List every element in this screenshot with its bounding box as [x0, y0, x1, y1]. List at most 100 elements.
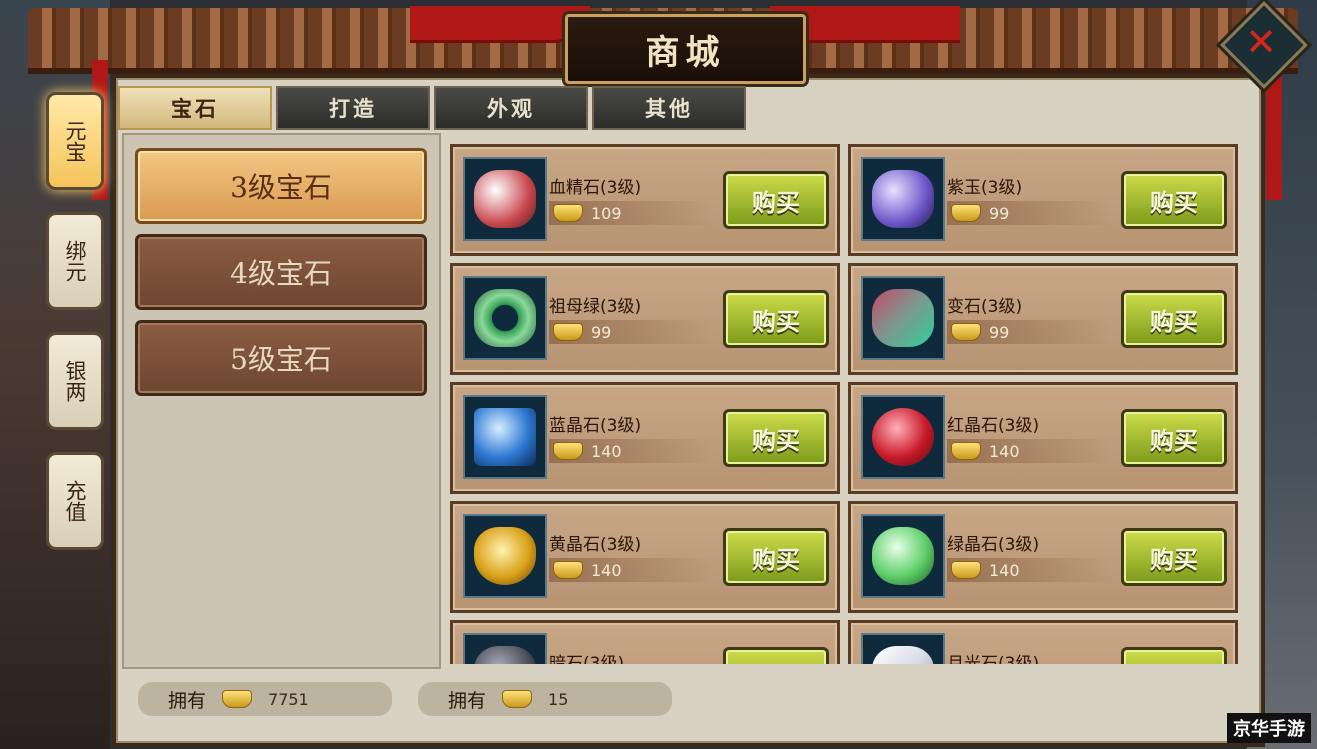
buy-button[interactable]: 购买 — [723, 171, 829, 229]
curtain-left — [410, 6, 590, 43]
gem-image — [872, 170, 934, 228]
item-card: 月光石(3级) 购买 — [848, 620, 1238, 664]
side-tab-label: 充值 — [63, 480, 87, 522]
buy-button[interactable]: 购买 — [723, 528, 829, 586]
price-value: 140 — [591, 441, 622, 461]
gold-ingot-icon — [553, 561, 583, 579]
item-price: 99 — [549, 320, 713, 344]
item-name: 黄晶石(3级) — [549, 535, 642, 555]
item-name: 蓝晶石(3级) — [549, 416, 642, 436]
gem-icon — [861, 514, 945, 598]
item-price: 140 — [947, 439, 1111, 463]
bound-ingot-icon — [502, 690, 533, 708]
item-card: 红晶石(3级) 140 购买 — [848, 382, 1238, 494]
tab-gems[interactable]: 宝石 — [118, 86, 272, 130]
item-price: 109 — [549, 201, 713, 225]
item-price: 99 — [947, 320, 1111, 344]
price-value: 140 — [989, 441, 1020, 461]
item-price: 99 — [947, 201, 1111, 225]
gem-image — [474, 646, 536, 664]
category-level4[interactable]: 4级宝石 — [135, 234, 427, 310]
item-name: 祖母绿(3级) — [549, 297, 642, 317]
side-tab-bangyuan[interactable]: 绑元 — [46, 212, 104, 310]
gem-image — [872, 527, 934, 585]
item-card: 血精石(3级) 109 购买 — [450, 144, 840, 256]
item-card: 黄晶石(3级) 140 购买 — [450, 501, 840, 613]
item-card: 蓝晶石(3级) 140 购买 — [450, 382, 840, 494]
price-value: 140 — [989, 560, 1020, 580]
gold-ingot-icon — [951, 442, 981, 460]
item-name: 血精石(3级) — [549, 178, 642, 198]
item-price: 140 — [947, 558, 1111, 582]
side-tab-label: 元宝 — [63, 120, 87, 162]
item-name: 变石(3级) — [947, 297, 1023, 317]
item-name: 红晶石(3级) — [947, 416, 1040, 436]
item-price: 140 — [549, 439, 713, 463]
buy-button[interactable]: 购买 — [1121, 528, 1227, 586]
gold-ingot-icon — [951, 323, 981, 341]
gem-icon — [861, 395, 945, 479]
gold-ingot-icon — [553, 442, 583, 460]
buy-button[interactable]: 购买 — [723, 647, 829, 664]
tab-forge[interactable]: 打造 — [276, 86, 430, 130]
gem-icon — [861, 157, 945, 241]
owned-bound-yuanbao: 拥有 15 — [418, 682, 672, 716]
buy-button[interactable]: 购买 — [1121, 647, 1227, 664]
gold-ingot-icon — [222, 690, 253, 708]
gem-image — [872, 646, 934, 664]
gold-ingot-icon — [951, 561, 981, 579]
gem-icon — [463, 157, 547, 241]
gem-image — [474, 170, 536, 228]
gold-ingot-icon — [553, 204, 583, 222]
side-tab-yinliang[interactable]: 银两 — [46, 332, 104, 430]
item-price: 140 — [549, 558, 713, 582]
gold-ingot-icon — [951, 204, 981, 222]
side-tab-label: 银两 — [63, 360, 87, 402]
category-level3[interactable]: 3级宝石 — [135, 148, 427, 224]
owned-label: 拥有 — [448, 689, 487, 712]
buy-button[interactable]: 购买 — [1121, 290, 1227, 348]
tab-appearance[interactable]: 外观 — [434, 86, 588, 130]
gem-image — [474, 289, 536, 347]
category-level5[interactable]: 5级宝石 — [135, 320, 427, 396]
item-name: 绿晶石(3级) — [947, 535, 1040, 555]
item-grid: 血精石(3级) 109 购买 紫玉(3级) 99 购买 祖母绿(3级) 99 购… — [442, 136, 1250, 664]
page-title: 商城 — [565, 14, 806, 84]
gem-icon — [861, 633, 945, 664]
tab-other[interactable]: 其他 — [592, 86, 746, 130]
price-value: 109 — [591, 203, 622, 223]
gem-image — [474, 408, 536, 466]
gem-icon — [463, 276, 547, 360]
gold-ingot-icon — [553, 323, 583, 341]
side-tab-label: 绑元 — [63, 240, 87, 282]
watermark: 京华手游 — [1227, 713, 1311, 743]
item-card: 暗石(3级) 购买 — [450, 620, 840, 664]
gem-image — [872, 289, 934, 347]
gem-icon — [463, 633, 547, 664]
buy-button[interactable]: 购买 — [1121, 171, 1227, 229]
item-name: 月光石(3级) — [947, 654, 1040, 664]
buy-button[interactable]: 购买 — [723, 409, 829, 467]
buy-button[interactable]: 购买 — [1121, 409, 1227, 467]
item-name: 暗石(3级) — [549, 654, 625, 664]
tab-bar: 宝石 打造 外观 其他 — [118, 86, 746, 130]
price-value: 99 — [989, 203, 1010, 223]
owned-value: 15 — [548, 689, 569, 709]
close-icon[interactable]: ✕ — [1245, 22, 1277, 62]
item-card: 绿晶石(3级) 140 购买 — [848, 501, 1238, 613]
item-card: 变石(3级) 99 购买 — [848, 263, 1238, 375]
gem-image — [872, 408, 934, 466]
owned-label: 拥有 — [168, 689, 207, 712]
gem-icon — [861, 276, 945, 360]
item-card: 紫玉(3级) 99 购买 — [848, 144, 1238, 256]
owned-yuanbao: 拥有 7751 — [138, 682, 392, 716]
owned-value: 7751 — [268, 689, 309, 709]
buy-button[interactable]: 购买 — [723, 290, 829, 348]
gem-icon — [463, 514, 547, 598]
price-value: 99 — [591, 322, 612, 342]
side-tab-yuanbao[interactable]: 元宝 — [46, 92, 104, 190]
side-tab-recharge[interactable]: 充值 — [46, 452, 104, 550]
gem-image — [474, 527, 536, 585]
item-card: 祖母绿(3级) 99 购买 — [450, 263, 840, 375]
price-value: 140 — [591, 560, 622, 580]
